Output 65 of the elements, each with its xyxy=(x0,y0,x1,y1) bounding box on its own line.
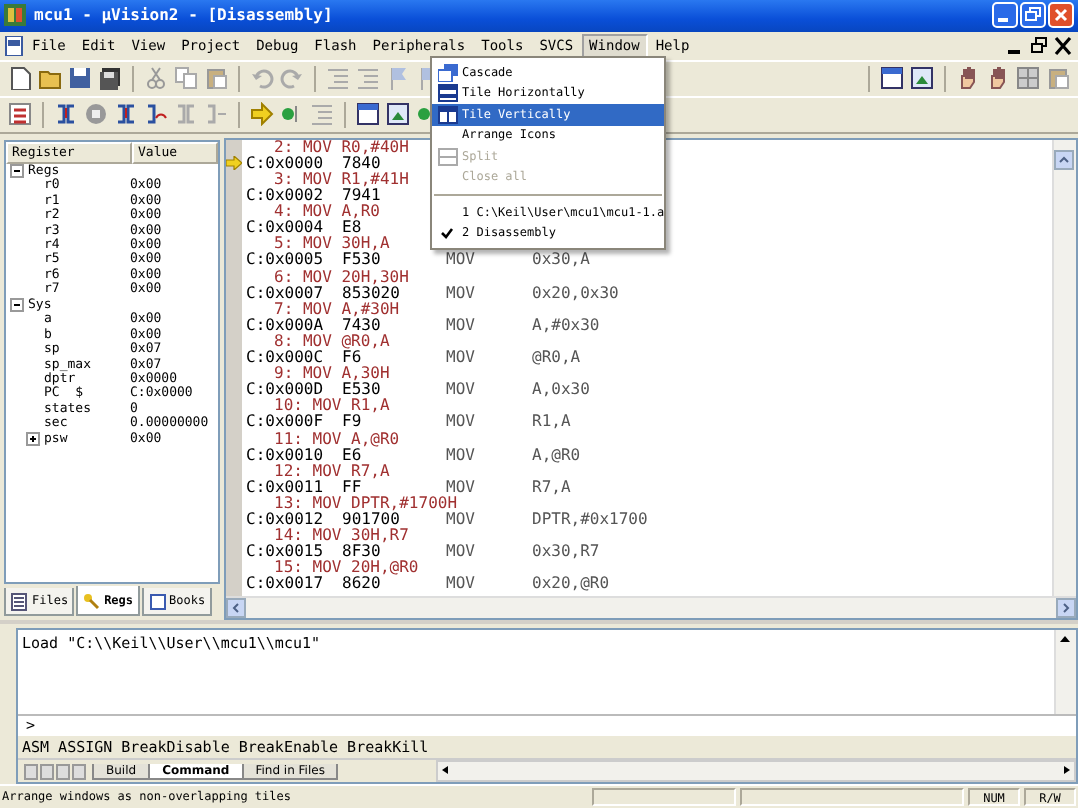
operands: A,@R0 xyxy=(532,447,581,464)
operands: 0x20,@R0 xyxy=(532,576,610,593)
source-line: 8: MOV @R0,A xyxy=(272,333,390,350)
mnemonic: MOV xyxy=(446,544,477,561)
mnemonic: MOV xyxy=(446,252,477,270)
opcode-bytes: F9 xyxy=(342,414,362,432)
opcode-bytes: 8620 xyxy=(342,576,381,593)
opcode-bytes: 7840 xyxy=(342,155,381,172)
opcode-bytes: E6 xyxy=(342,447,362,464)
opcode-bytes: 8F30 xyxy=(342,544,381,561)
source-line: 4: MOV A,R0 xyxy=(274,204,380,221)
opcode-bytes: 7430 xyxy=(342,317,381,334)
mnemonic: MOV xyxy=(446,317,477,334)
mnemonic: MOV xyxy=(446,511,477,529)
source-line: 3: MOV R1,#41H xyxy=(274,172,409,189)
source-line: 9: MOV A,30H xyxy=(274,366,390,383)
opcode-bytes: E8 xyxy=(342,220,362,237)
code-address: C:0x0012 xyxy=(244,511,326,528)
code-address: C:0x0015 xyxy=(244,544,324,561)
code-address: C:0x0002 xyxy=(244,188,324,205)
operands: R1,A xyxy=(532,414,571,432)
mnemonic: MOV xyxy=(446,447,477,464)
code-address: C:0x000A xyxy=(244,317,326,334)
mnemonic: MOV xyxy=(446,382,477,399)
operands: DPTR,#0x1700 xyxy=(532,511,648,529)
opcode-bytes: 7941 xyxy=(342,188,381,205)
opcode-bytes: F6 xyxy=(342,350,362,367)
code-address: C:0x0000 xyxy=(244,155,326,172)
source-line: 13: MOV DPTR,#1700H xyxy=(272,495,458,512)
operands: R7,A xyxy=(532,479,571,496)
source-line: 14: MOV 30H,R7 xyxy=(274,528,409,545)
code-address: C:0x0011 xyxy=(244,479,326,496)
mnemonic: MOV xyxy=(446,350,477,367)
source-line: 11: MOV A,@R0 xyxy=(272,431,400,448)
code-address: C:0x0017 xyxy=(244,576,326,593)
source-line: 7: MOV A,#30H xyxy=(272,301,400,318)
code-address: C:0x0010 xyxy=(244,447,326,464)
source-line: 12: MOV R7,A xyxy=(272,463,390,480)
opcode-bytes: FF xyxy=(342,479,362,496)
operands: 0x20,0x30 xyxy=(532,285,619,302)
opcode-bytes: 853020 xyxy=(342,285,400,302)
mnemonic: MOV xyxy=(446,285,477,302)
source-line: 2: MOV R0,#40H xyxy=(272,139,409,156)
operands: 0x30,R7 xyxy=(532,544,600,561)
source-line: 10: MOV R1,A xyxy=(274,398,390,415)
opcode-bytes: F530 xyxy=(342,252,381,270)
code-address: C:0x000C xyxy=(244,350,324,367)
code-address: C:0x000F xyxy=(244,414,326,432)
code-address: C:0x0007 xyxy=(244,285,326,302)
mnemonic: MOV xyxy=(446,576,477,593)
operands: A,0x30 xyxy=(532,382,590,399)
code-address: C:0x000D xyxy=(244,382,324,399)
source-line: 6: MOV 20H,30H xyxy=(272,269,409,286)
opcode-bytes: E530 xyxy=(342,382,381,399)
source-line: 5: MOV 30H,A xyxy=(274,236,390,253)
code-address: C:0x0004 xyxy=(244,220,324,237)
opcode-bytes: 901700 xyxy=(342,511,400,528)
mnemonic: MOV xyxy=(446,479,477,496)
mnemonic: MOV xyxy=(446,414,477,432)
operands: @R0,A xyxy=(532,350,581,367)
code-address: C:0x0005 xyxy=(244,252,326,270)
source-line: 15: MOV 20H,@R0 xyxy=(274,560,419,577)
window-title: mcu1 - µVision2 - [Disassembly] xyxy=(34,6,335,25)
operands: 0x30,A xyxy=(532,252,590,270)
operands: A,#0x30 xyxy=(532,317,600,334)
